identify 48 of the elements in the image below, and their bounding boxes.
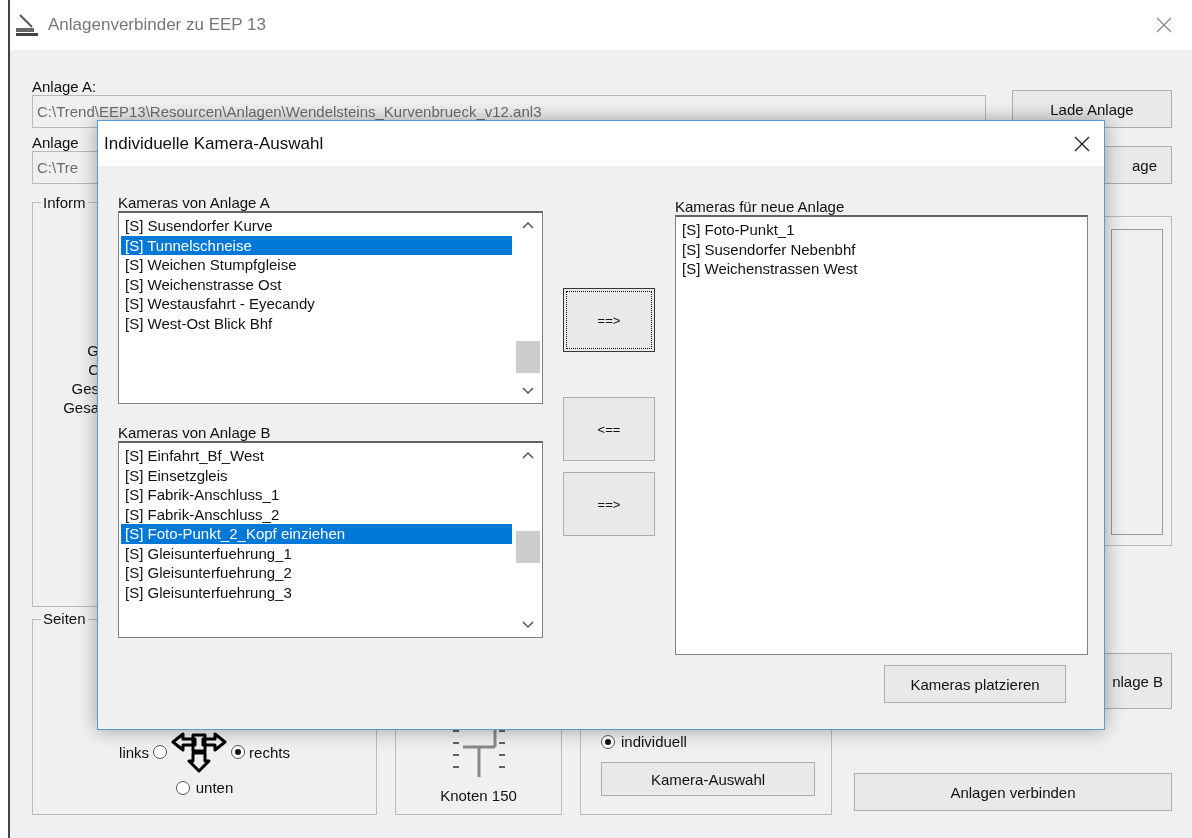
list-label: Kameras für neue Anlage — [675, 198, 845, 215]
list-label: Kameras von Anlage A — [118, 194, 270, 211]
list-item[interactable]: [S] Susendorfer Kurve — [121, 216, 512, 236]
list-item[interactable]: [S] Weichenstrassen West — [678, 259, 1085, 279]
field-label: Anlage A: — [32, 78, 97, 95]
scroll-up-icon[interactable] — [522, 221, 534, 229]
list-label: Kameras von Anlage B — [118, 424, 271, 441]
scrollbar-thumb[interactable] — [516, 531, 540, 563]
direction-arrows-icon — [171, 731, 228, 773]
scroll-down-icon[interactable] — [522, 387, 534, 395]
list-item[interactable]: [S] Einsetzgleis — [121, 465, 512, 485]
camera-select-button[interactable]: Kamera-Auswahl — [601, 762, 815, 796]
radio-label: links — [119, 743, 150, 761]
field-label: Anlage — [32, 134, 79, 151]
radio-button[interactable] — [153, 745, 168, 759]
list-item[interactable]: [S] Weichenstrasse Ost — [121, 274, 512, 294]
node-count: Knoten 150 — [440, 787, 517, 804]
list-item[interactable]: [S] Foto-Punkt_2_Kopf einziehen — [121, 524, 512, 544]
radio-label: unten — [195, 779, 234, 796]
list-item[interactable]: [S] Gleisunterfuehrung_1 — [121, 543, 512, 563]
list-item[interactable]: [S] Gleisunterfuehrung_3 — [121, 582, 512, 602]
list-item[interactable]: [S] Fabrik-Anschluss_1 — [121, 485, 512, 505]
list-item[interactable]: [S] West-Ost Blick Bhf — [121, 313, 512, 333]
connect-button[interactable]: Anlagen verbinden — [854, 773, 1172, 811]
app-icon — [14, 13, 40, 37]
move-button[interactable]: <== — [563, 397, 655, 461]
radio-button[interactable] — [601, 734, 615, 749]
radio-button[interactable] — [231, 745, 246, 759]
list-item[interactable]: [S] Gleisunterfuehrung_2 — [121, 563, 512, 583]
list-item[interactable]: [S] Foto-Punkt_1 — [678, 220, 1085, 240]
scroll-up-icon[interactable] — [522, 451, 534, 459]
scroll-down-icon[interactable] — [522, 621, 534, 629]
list-item[interactable]: [S] Susendorfer Nebenbhf — [678, 239, 1085, 259]
radio-label: rechts — [249, 743, 290, 761]
move-button[interactable]: ==> — [563, 288, 655, 352]
list-item[interactable]: [S] Fabrik-Anschluss_2 — [121, 504, 512, 524]
radio-button[interactable] — [175, 780, 190, 795]
list-item[interactable]: [S] Weichen Stumpfgleise — [121, 255, 512, 275]
window-title: Anlagenverbinder zu EEP 13 — [48, 15, 267, 35]
radio-label: individuell — [621, 733, 687, 750]
info-label: Ges — [70, 379, 99, 398]
scrollbar-thumb[interactable] — [516, 341, 540, 373]
list-item[interactable]: [S] Westausfahrt - Eyecandy — [121, 294, 512, 314]
list-item[interactable]: [S] Tunnelschneise — [121, 235, 512, 255]
place-cameras-button[interactable]: Kameras platzieren — [884, 665, 1066, 703]
move-button[interactable]: ==> — [563, 472, 655, 536]
dialog-title: Individuelle Kamera-Auswahl — [104, 133, 325, 154]
list-item[interactable]: [S] Einfahrt_Bf_West — [121, 446, 512, 466]
